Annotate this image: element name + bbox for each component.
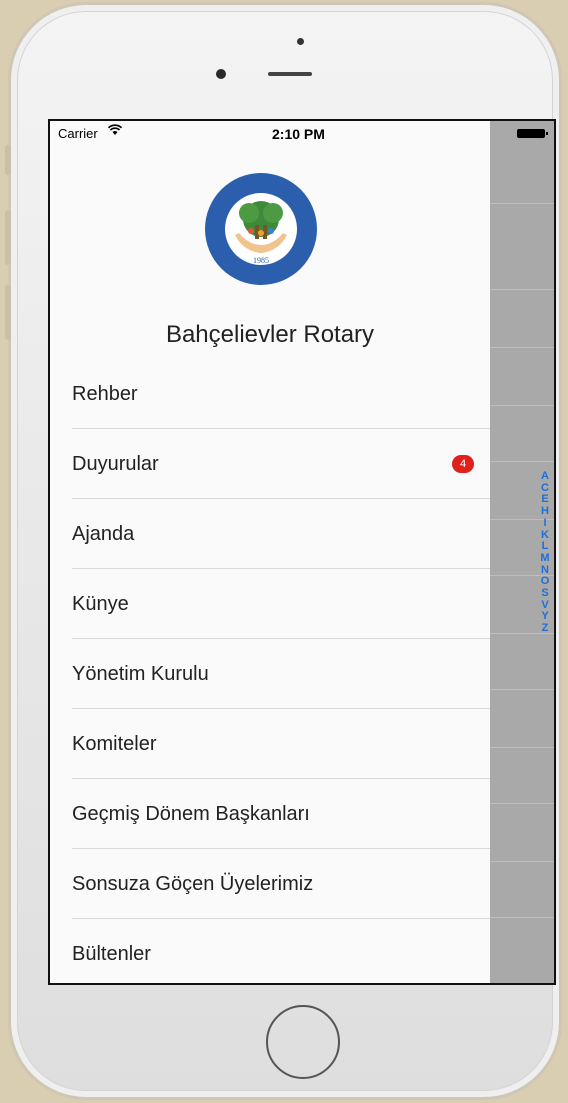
index-letter[interactable]: I xyxy=(543,517,546,530)
logo-year: 1985 xyxy=(253,256,269,265)
menu-item-ge-mi-d-nem-ba-kanlar-[interactable]: Geçmiş Dönem Başkanları xyxy=(50,779,490,849)
drawer-menu: Rehber Duyurular 4 Ajanda Künye Yönetim Kurul… xyxy=(50,359,490,983)
menu-item-label: Komiteler xyxy=(72,732,157,755)
notification-badge: 4 xyxy=(452,455,474,473)
club-name: Bahçelievler Rotary xyxy=(165,321,375,348)
index-letter[interactable]: A xyxy=(541,470,549,483)
mute-switch xyxy=(5,145,11,175)
menu-item-label: Yönetim Kurulu xyxy=(72,662,209,685)
side-drawer: Carrier 1985 Bahçelievler Rotary Rehber … xyxy=(50,121,490,983)
earpiece-speaker xyxy=(268,72,312,76)
screen: ACEHIKLMNOSVYZ Carrier 1985 Bahçelievler… xyxy=(48,119,556,985)
alphabet-index[interactable]: ACEHIKLMNOSVYZ xyxy=(538,470,552,635)
menu-item-komiteler[interactable]: Komiteler xyxy=(50,709,490,779)
index-letter[interactable]: Z xyxy=(542,622,549,635)
proximity-sensor xyxy=(297,38,304,45)
menu-item-b-ltenler[interactable]: Bültenler xyxy=(50,919,490,983)
carrier-label: Carrier xyxy=(58,126,98,141)
menu-item-k-nye[interactable]: Künye xyxy=(50,569,490,639)
volume-down-button xyxy=(5,285,11,340)
status-bar: Carrier xyxy=(50,121,554,143)
index-letter[interactable]: S xyxy=(541,587,548,600)
menu-item-sonsuza-g-en-yelerimiz[interactable]: Sonsuza Göçen Üyelerimiz xyxy=(50,849,490,919)
menu-item-y-netim-kurulu[interactable]: Yönetim Kurulu xyxy=(50,639,490,709)
menu-item-label: Rehber xyxy=(72,382,138,405)
menu-item-label: Sonsuza Göçen Üyelerimiz xyxy=(72,872,314,895)
home-button[interactable] xyxy=(266,1005,340,1079)
phone-frame: ACEHIKLMNOSVYZ Carrier 1985 Bahçelievler… xyxy=(5,2,562,1100)
index-letter[interactable]: M xyxy=(540,552,549,565)
menu-item-label: Bültenler xyxy=(72,942,151,965)
menu-item-label: Duyurular xyxy=(72,452,159,475)
menu-item-label: Geçmiş Dönem Başkanları xyxy=(72,802,310,825)
menu-item-duyurular[interactable]: Duyurular 4 xyxy=(50,429,490,499)
wifi-icon xyxy=(107,124,123,139)
front-camera xyxy=(216,69,226,79)
volume-up-button xyxy=(5,210,11,265)
menu-item-label: Ajanda xyxy=(72,522,135,545)
club-logo: 1985 xyxy=(205,173,317,285)
background-list: ACEHIKLMNOSVYZ xyxy=(490,121,554,983)
menu-item-label: Künye xyxy=(72,592,129,615)
menu-item-ajanda[interactable]: Ajanda xyxy=(50,499,490,569)
menu-item-rehber[interactable]: Rehber xyxy=(50,359,490,429)
